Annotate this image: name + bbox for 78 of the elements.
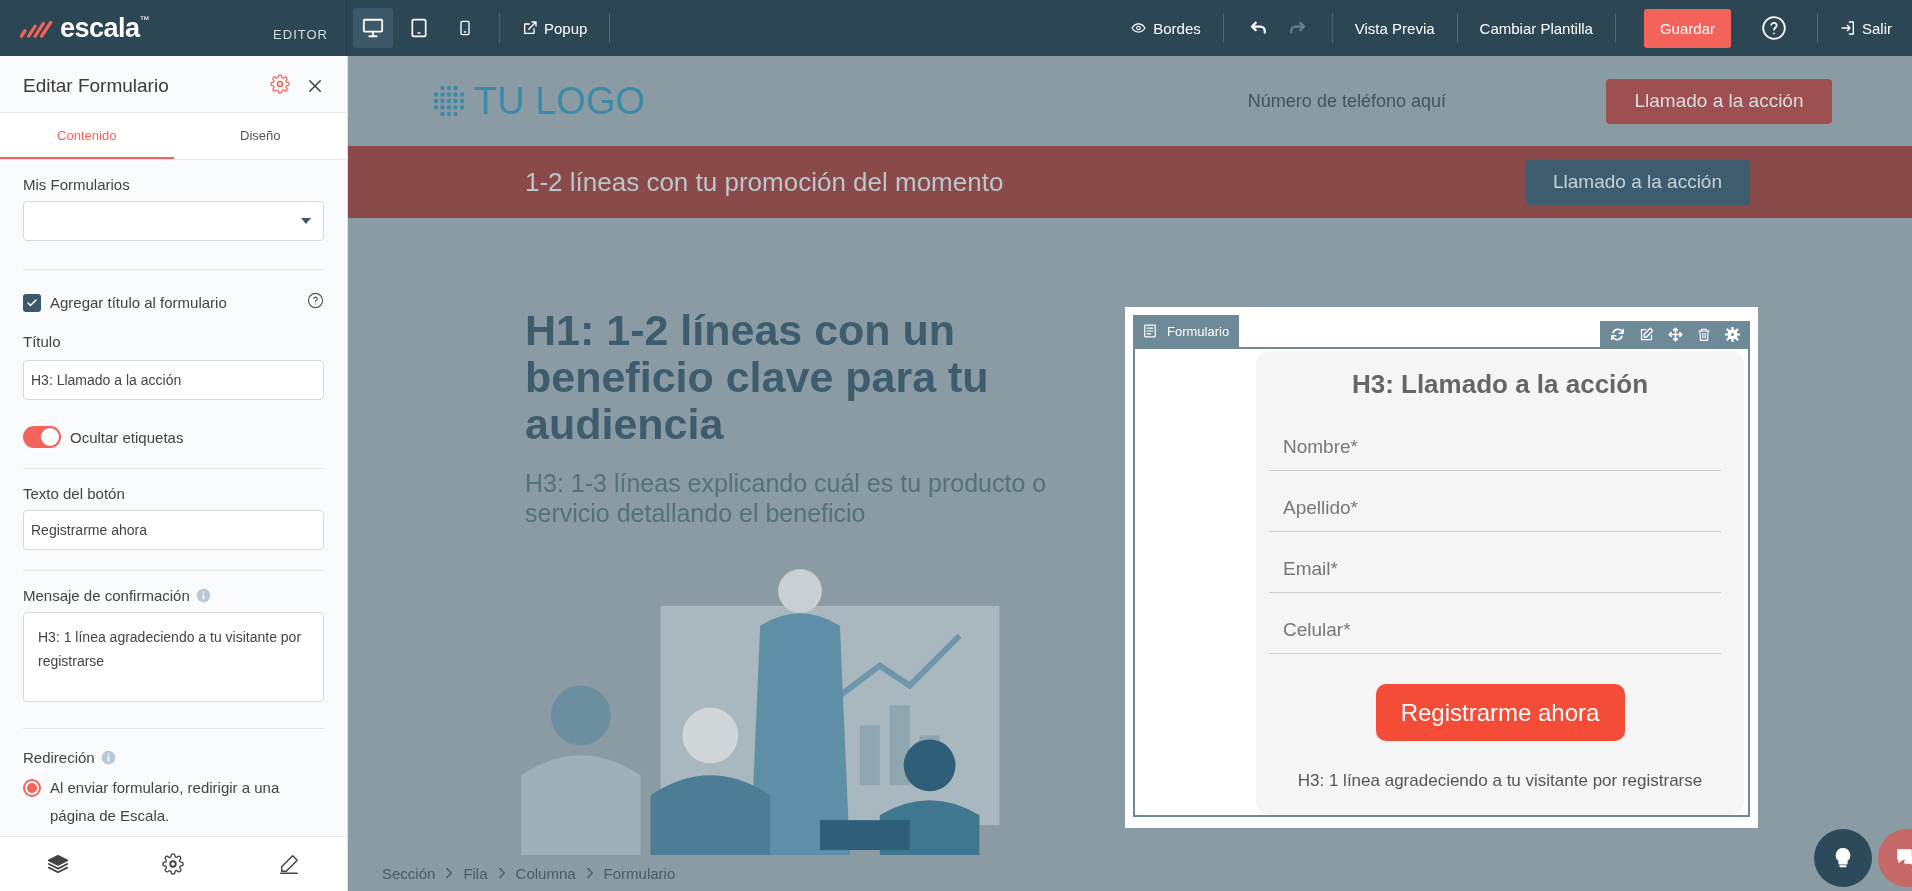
pencil-icon <box>278 853 301 875</box>
info-icon <box>195 588 211 603</box>
edit-icon <box>1639 326 1654 342</box>
panel-tab[interactable]: Contenido <box>0 113 174 159</box>
delete-button[interactable] <box>1697 326 1711 342</box>
move-button[interactable] <box>1668 326 1683 342</box>
breadcrumb-link[interactable]: Sección <box>382 864 436 882</box>
confirmation-text: H3: 1 línea agradeciendo a tu visitante por registrarse <box>1297 771 1703 791</box>
panel-tab[interactable]: Diseño <box>173 113 347 159</box>
edit-button[interactable] <box>1639 326 1654 342</box>
help-icon <box>1761 15 1787 41</box>
cta-button[interactable]: Llamado a la acción <box>1606 78 1832 124</box>
exit-button[interactable]: Salir <box>1832 8 1900 48</box>
field-label: Título <box>23 333 62 350</box>
chevron-right-icon <box>497 867 506 879</box>
mode-label: EDITOR <box>273 26 328 42</box>
change-template-button[interactable]: Cambiar Plantilla <box>1471 8 1601 48</box>
external-link-icon <box>522 20 538 36</box>
promo-text: 1-2 líneas con tu promoción del momento <box>525 166 1004 198</box>
move-icon <box>1668 326 1683 342</box>
popup-button[interactable]: Popup <box>514 8 596 48</box>
radio-label: Al enviar formulario, redirigir a una página de Escala. <box>50 778 281 826</box>
input-field[interactable]: Apellido* <box>1269 471 1721 532</box>
tablet-icon <box>409 17 429 39</box>
device-button[interactable] <box>353 8 393 48</box>
close-icon <box>306 77 324 95</box>
caret-down-icon <box>301 218 311 224</box>
close-button[interactable] <box>306 77 324 95</box>
toggle-label: Ocultar etiquetas <box>70 428 184 446</box>
settings-icon <box>270 74 290 94</box>
layers-icon <box>46 853 69 875</box>
dot-globe-icon <box>432 84 466 118</box>
submit-button[interactable]: Registrarme ahora <box>1375 684 1625 741</box>
title-input[interactable]: H3: Llamado a la acción <box>23 360 324 400</box>
input-field[interactable]: Nombre* <box>1269 410 1721 471</box>
brand-name: escala <box>60 12 140 44</box>
checkbox[interactable] <box>23 293 41 312</box>
confirmation-textarea[interactable]: H3: 1 línea agradeciendo a tu visitante por registrarse <box>23 612 324 702</box>
settings-icon <box>1725 326 1740 342</box>
logo-text: TU LOGO <box>474 79 646 123</box>
button-text-input[interactable]: Registrarme ahora <box>23 510 324 550</box>
exit-icon <box>1840 20 1856 36</box>
trademark-sign: ™ <box>139 14 150 25</box>
radio-button[interactable] <box>23 779 41 797</box>
phone-icon <box>457 18 473 38</box>
field-label: Mensaje de confirmación <box>23 587 190 604</box>
panel-title: Editar Formulario <box>23 75 169 97</box>
field-label: Texto del botón <box>23 485 126 502</box>
toggle-switch[interactable] <box>23 426 61 448</box>
field-label: Redireción <box>23 749 95 766</box>
phone-text: Número de teléfono aquí <box>1247 90 1446 112</box>
save-button[interactable]: Guardar <box>1643 8 1731 48</box>
info-icon <box>100 750 116 765</box>
form-icon <box>1143 323 1157 339</box>
help-icon <box>307 292 324 309</box>
breadcrumb-link[interactable]: Fila <box>463 864 488 882</box>
form-title: H3: Llamado a la acción <box>1351 369 1649 400</box>
cta-button[interactable]: Llamado a la acción <box>1525 159 1750 205</box>
checkbox-label: Agregar título al formulario <box>50 294 227 311</box>
refresh-icon <box>1610 326 1625 342</box>
monitor-icon <box>361 17 385 39</box>
chevron-right-icon <box>585 867 594 879</box>
input-field[interactable]: Email* <box>1269 532 1721 593</box>
check-icon <box>26 296 38 309</box>
eye-icon <box>1130 21 1148 35</box>
field-label: Mis Formularios <box>23 176 131 193</box>
tips-button[interactable] <box>1814 829 1872 887</box>
breadcrumb-link[interactable]: Columna <box>515 864 576 882</box>
hero-headline: H1: 1-2 líneas con un beneficio clave para tu audiencia <box>525 307 990 448</box>
chevron-right-icon <box>445 867 454 879</box>
borders-button[interactable]: Bordes <box>1122 8 1209 48</box>
refresh-button[interactable] <box>1610 326 1625 342</box>
trash-icon <box>1697 326 1711 342</box>
breadcrumb-link[interactable]: Formulario <box>603 864 676 882</box>
preview-button[interactable]: Vista Previa <box>1346 8 1443 48</box>
form-tag-label: Formulario <box>1167 323 1230 339</box>
settings-icon <box>162 853 185 875</box>
input-field[interactable]: Celular* <box>1269 593 1721 654</box>
